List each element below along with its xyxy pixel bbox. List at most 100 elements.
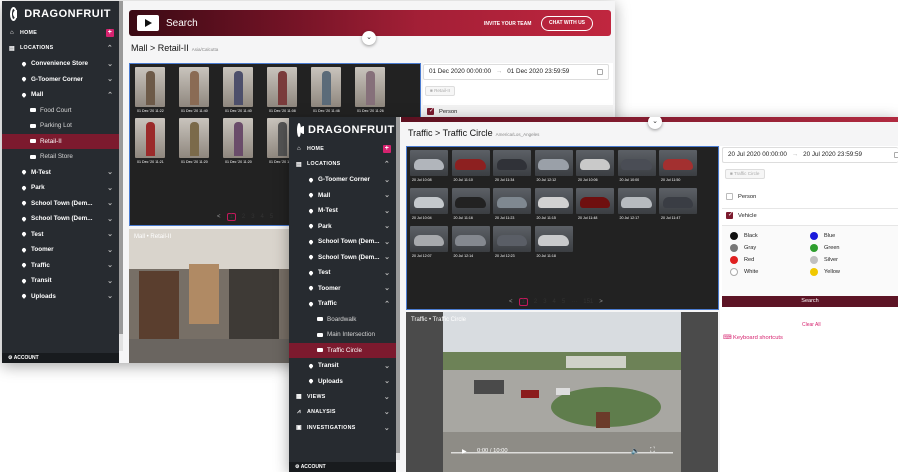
result-thumbnail[interactable] bbox=[576, 150, 614, 176]
result-thumbnail[interactable] bbox=[410, 188, 448, 214]
collapse-header-chevron-icon[interactable]: ⌄ bbox=[648, 117, 662, 129]
sidebar-item-convenience-store[interactable]: Convenience Store ⌄ bbox=[2, 56, 119, 72]
page-link[interactable]: 3 bbox=[251, 214, 254, 220]
sidebar-item-transit[interactable]: Transit ⌄ bbox=[2, 273, 119, 289]
result-thumbnail[interactable] bbox=[267, 67, 297, 107]
sidebar-item-views[interactable]: ▦ VIEWS ⌄ bbox=[289, 389, 396, 405]
result-thumbnail[interactable] bbox=[659, 150, 697, 176]
chevron-up-icon[interactable]: ⌃ bbox=[384, 160, 390, 168]
page-link[interactable]: 5 bbox=[562, 299, 565, 305]
result-thumbnail[interactable] bbox=[617, 150, 656, 176]
sidebar-item-park[interactable]: Park ⌄ bbox=[289, 219, 396, 235]
page-link[interactable]: 1 bbox=[518, 298, 528, 306]
sidebar-item-mall[interactable]: Mall ⌃ bbox=[2, 87, 119, 103]
page-link[interactable]: 2 bbox=[242, 214, 245, 220]
account-menu[interactable]: ⚙ ACCOUNT bbox=[289, 462, 396, 472]
sidebar-item-school-town-dem[interactable]: School Town (Dem... ⌄ bbox=[2, 196, 119, 212]
chevron-down-icon[interactable]: ⌄ bbox=[107, 184, 113, 192]
result-thumbnail[interactable] bbox=[617, 188, 656, 214]
chevron-down-icon[interactable]: ⌄ bbox=[107, 246, 113, 254]
result-thumbnail[interactable] bbox=[493, 188, 531, 214]
color-option-white[interactable]: White bbox=[730, 268, 810, 276]
sidebar-item-retail-ii[interactable]: Retail-II bbox=[2, 133, 119, 149]
sidebar-item-test[interactable]: Test ⌄ bbox=[289, 265, 396, 281]
keyboard-shortcuts-link[interactable]: ⌨ Keyboard shortcuts bbox=[723, 335, 783, 341]
color-option-gray[interactable]: Gray bbox=[730, 244, 810, 252]
camera-chip[interactable]: ■ Retail-II bbox=[425, 86, 455, 96]
result-thumbnail[interactable] bbox=[659, 188, 697, 214]
chevron-down-icon[interactable]: ⌄ bbox=[384, 377, 390, 385]
page-link[interactable]: 4 bbox=[261, 214, 264, 220]
color-option-black[interactable]: Black bbox=[730, 232, 810, 240]
sidebar-scrollbar[interactable] bbox=[119, 1, 123, 351]
result-thumbnail[interactable] bbox=[576, 188, 614, 214]
camera-chip[interactable]: ■ Traffic Circle bbox=[725, 169, 765, 179]
chevron-down-icon[interactable]: ⌄ bbox=[107, 75, 113, 83]
result-thumbnail[interactable] bbox=[493, 226, 531, 252]
color-option-silver[interactable]: Silver bbox=[810, 256, 890, 264]
chevron-up-icon[interactable]: ⌃ bbox=[107, 44, 113, 52]
sidebar-item-g-toomer-corner[interactable]: G-Toomer Corner ⌄ bbox=[2, 72, 119, 88]
chevron-down-icon[interactable]: ⌄ bbox=[107, 292, 113, 300]
result-thumbnail[interactable] bbox=[223, 118, 253, 158]
result-thumbnail[interactable] bbox=[179, 118, 209, 158]
chevron-down-icon[interactable]: ⌄ bbox=[384, 191, 390, 199]
color-option-yellow[interactable]: Yellow bbox=[810, 268, 890, 276]
color-option-green[interactable]: Green bbox=[810, 244, 890, 252]
chevron-down-icon[interactable]: ⌄ bbox=[384, 253, 390, 261]
chevron-down-icon[interactable]: ⌄ bbox=[384, 269, 390, 277]
sidebar-scrollbar[interactable] bbox=[396, 117, 400, 460]
page-link[interactable]: 1 bbox=[226, 213, 236, 221]
result-thumbnail[interactable] bbox=[179, 67, 209, 107]
chevron-down-icon[interactable]: ⌄ bbox=[384, 176, 390, 184]
result-thumbnail[interactable] bbox=[493, 150, 531, 176]
sidebar-item-toomer[interactable]: Toomer ⌄ bbox=[2, 242, 119, 258]
sidebar-item-test[interactable]: Test ⌄ bbox=[2, 227, 119, 243]
result-thumbnail[interactable] bbox=[135, 118, 165, 158]
sidebar-item-food-court[interactable]: Food Court bbox=[2, 103, 119, 119]
chevron-down-icon[interactable]: ⌄ bbox=[384, 207, 390, 215]
search-button[interactable]: Search bbox=[722, 296, 898, 307]
result-thumbnail[interactable] bbox=[410, 150, 448, 176]
sidebar-item-boardwalk[interactable]: Boardwalk bbox=[289, 312, 396, 328]
sidebar-item-school-town-dem[interactable]: School Town (Dem... ⌄ bbox=[289, 234, 396, 250]
sidebar-item-school-town-dem[interactable]: School Town (Dem... ⌄ bbox=[2, 211, 119, 227]
sidebar-item-investigations[interactable]: ▣ INVESTIGATIONS ⌄ bbox=[289, 420, 396, 436]
next-page-icon[interactable]: > bbox=[599, 299, 603, 305]
sidebar-item-traffic-circle[interactable]: Traffic Circle bbox=[289, 342, 396, 358]
result-thumbnail[interactable] bbox=[355, 67, 385, 107]
chevron-down-icon[interactable]: ⌄ bbox=[384, 362, 390, 370]
sidebar-item-home[interactable]: ⌂ HOME + bbox=[2, 25, 119, 41]
page-link[interactable]: 4 bbox=[553, 299, 556, 305]
object-checkbox-person[interactable]: Person bbox=[427, 107, 457, 115]
result-thumbnail[interactable] bbox=[410, 226, 448, 252]
chevron-down-icon[interactable]: ⌄ bbox=[384, 393, 390, 401]
sidebar-item-toomer[interactable]: Toomer ⌄ bbox=[289, 281, 396, 297]
color-option-red[interactable]: Red bbox=[730, 256, 810, 264]
logo[interactable]: DRAGONFRUIT bbox=[2, 3, 119, 25]
chevron-down-icon[interactable]: ⌄ bbox=[107, 199, 113, 207]
sidebar-item-parking-lot[interactable]: Parking Lot bbox=[2, 118, 119, 134]
sidebar-item-traffic[interactable]: Traffic ⌃ bbox=[289, 296, 396, 312]
chevron-down-icon[interactable]: ⌄ bbox=[384, 238, 390, 246]
result-thumbnail[interactable] bbox=[311, 67, 341, 107]
chevron-up-icon[interactable]: ⌃ bbox=[107, 91, 113, 99]
result-thumbnail[interactable] bbox=[135, 67, 165, 107]
result-thumbnail[interactable] bbox=[451, 150, 490, 176]
result-thumbnail[interactable] bbox=[451, 188, 490, 214]
page-link[interactable]: 5 bbox=[270, 214, 273, 220]
add-icon[interactable]: + bbox=[106, 28, 114, 37]
chevron-down-icon[interactable]: ⌄ bbox=[384, 424, 390, 432]
object-checkbox-vehicle[interactable]: Vehicle bbox=[726, 211, 757, 219]
sidebar-item-m-test[interactable]: M-Test ⌄ bbox=[289, 203, 396, 219]
sidebar-item-traffic[interactable]: Traffic ⌄ bbox=[2, 258, 119, 274]
sidebar-item-uploads[interactable]: Uploads ⌄ bbox=[2, 289, 119, 305]
chat-button[interactable]: CHAT WITH US bbox=[541, 16, 594, 31]
result-thumbnail[interactable] bbox=[451, 226, 490, 252]
fullscreen-icon[interactable]: ⛶ bbox=[650, 447, 655, 455]
play-search-icon[interactable] bbox=[137, 15, 159, 31]
sidebar-item-m-test[interactable]: M-Test ⌄ bbox=[2, 165, 119, 181]
collapse-header-chevron-icon[interactable]: ⌄ bbox=[362, 31, 376, 45]
color-option-blue[interactable]: Blue bbox=[810, 232, 890, 240]
calendar-icon[interactable] bbox=[597, 69, 603, 75]
